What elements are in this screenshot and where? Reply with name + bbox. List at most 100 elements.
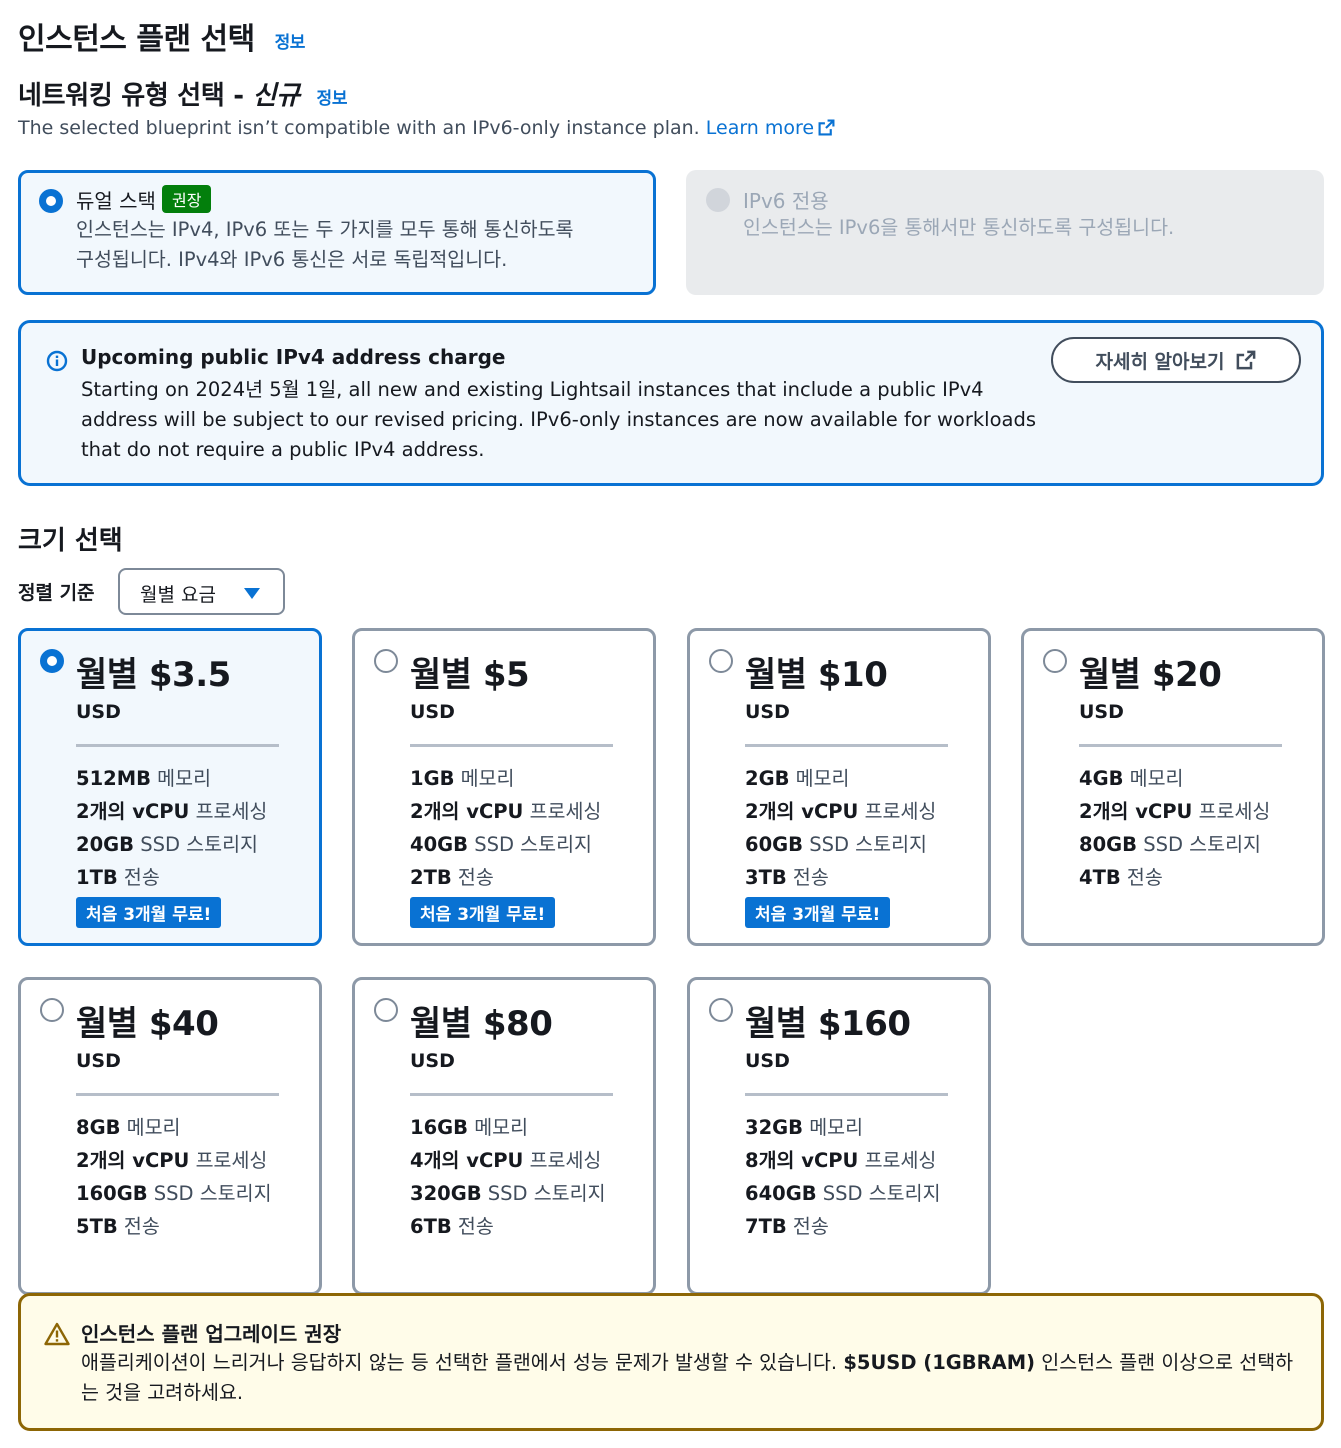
plan-currency: USD (76, 701, 121, 723)
ipv4-alert-body: Starting on 2024년 5월 1일, all new and exi… (81, 375, 1041, 465)
networking-new-label: 신규 (252, 81, 300, 111)
plan-divider (1079, 744, 1282, 747)
plan-specs: 16GB 메모리 4개의 vCPU 프로세싱 320GB SSD 스토리지 6TB 전… (410, 1111, 606, 1243)
plan-storage-value: 80GB (1079, 833, 1138, 856)
plan-storage-value: 20GB (76, 833, 135, 856)
plan-memory-value: 32GB (745, 1116, 804, 1139)
plan-memory: 8GB 메모리 (76, 1111, 272, 1144)
learn-more-link[interactable]: Learn more (706, 117, 835, 139)
radio-ipv6-only (706, 188, 730, 212)
plan-promo-badge: 처음 3개월 무료! (745, 897, 891, 928)
networking-description-text: The selected blueprint isn’t compatible … (18, 117, 700, 139)
info-icon (46, 350, 68, 372)
plan-card[interactable]: 월별 $80 USD 16GB 메모리 4개의 vCPU 프로세싱 320GB SSD … (352, 977, 656, 1295)
plan-radio[interactable] (40, 649, 64, 673)
plan-divider (745, 1093, 948, 1096)
upgrade-warning-plan: $5USD (1GBRAM) (843, 1351, 1036, 1374)
plan-radio[interactable] (40, 998, 64, 1022)
plan-vcpu-label: 프로세싱 (858, 1149, 937, 1172)
plan-transfer-value: 7TB (745, 1215, 787, 1238)
ipv4-alert-line3: that do not require a public IPv4 addres… (81, 438, 485, 461)
plan-memory-label: 메모리 (120, 1116, 181, 1139)
upgrade-warning-alert: 인스턴스 플랜 업그레이드 권장 애플리케이션이 느리거나 응답하지 않는 등 … (18, 1293, 1324, 1431)
plan-vcpu-label: 프로세싱 (189, 800, 268, 823)
size-section-title: 크기 선택 (18, 526, 123, 556)
plan-radio[interactable] (374, 998, 398, 1022)
plan-card[interactable]: 월별 $5 USD 1GB 메모리 2개의 vCPU 프로세싱 40GB SSD 스토리… (352, 628, 656, 946)
plan-price: 월별 $160 (745, 1004, 911, 1044)
info-link-networking[interactable]: 정보 (316, 89, 347, 109)
plan-card[interactable]: 월별 $20 USD 4GB 메모리 2개의 vCPU 프로세싱 80GB SSD 스토… (1021, 628, 1325, 946)
plan-card[interactable]: 월별 $10 USD 2GB 메모리 2개의 vCPU 프로세싱 60GB SSD 스토… (687, 628, 991, 946)
plan-price: 월별 $80 (410, 1004, 553, 1044)
plan-transfer: 7TB 전송 (745, 1210, 941, 1243)
plan-vcpu-label: 프로세싱 (1192, 800, 1271, 823)
plan-transfer-label: 전송 (117, 866, 160, 889)
plan-transfer: 3TB 전송 (745, 861, 936, 894)
plan-vcpu-value: 4개의 vCPU (410, 1149, 524, 1172)
plan-transfer-value: 1TB (76, 866, 118, 889)
plan-transfer-value: 4TB (1079, 866, 1121, 889)
plan-memory-value: 1GB (410, 767, 455, 790)
learn-more-label: Learn more (705, 117, 815, 139)
plan-vcpu-label: 프로세싱 (858, 800, 937, 823)
plan-transfer-value: 3TB (745, 866, 787, 889)
plan-memory: 2GB 메모리 (745, 762, 936, 795)
caret-down-icon (244, 588, 260, 599)
ipv4-alert-title: Upcoming public IPv4 address charge (81, 345, 506, 369)
plan-storage-label: SSD 스토리지 (803, 833, 927, 856)
sort-select-value: 월별 요금 (140, 584, 216, 606)
sort-select[interactable]: 월별 요금 (118, 568, 285, 615)
plan-currency: USD (745, 1050, 790, 1072)
plan-storage: 320GB SSD 스토리지 (410, 1177, 606, 1210)
plan-memory-label: 메모리 (1123, 767, 1184, 790)
plan-vcpu-value: 2개의 vCPU (1079, 800, 1193, 823)
plan-vcpu: 2개의 vCPU 프로세싱 (76, 795, 267, 828)
plan-radio[interactable] (374, 649, 398, 673)
plan-currency: USD (745, 701, 790, 723)
plan-memory: 16GB 메모리 (410, 1111, 606, 1144)
plan-card[interactable]: 월별 $160 USD 32GB 메모리 8개의 vCPU 프로세싱 640GB SSD… (687, 977, 991, 1295)
info-link-instance-plan[interactable]: 정보 (275, 33, 306, 53)
plan-vcpu: 2개의 vCPU 프로세싱 (410, 795, 601, 828)
plan-transfer: 1TB 전송 (76, 861, 267, 894)
plan-vcpu-label: 프로세싱 (189, 1149, 268, 1172)
dual-stack-desc-line2: 구성됩니다. IPv4와 IPv6 통신은 서로 독립적입니다. (76, 248, 508, 271)
learn-more-button[interactable]: 자세히 알아보기 (1051, 337, 1301, 383)
plan-transfer: 5TB 전송 (76, 1210, 272, 1243)
plan-vcpu-value: 2개의 vCPU (410, 800, 524, 823)
plan-specs: 8GB 메모리 2개의 vCPU 프로세싱 160GB SSD 스토리지 5TB 전송 (76, 1111, 272, 1243)
plan-specs: 1GB 메모리 2개의 vCPU 프로세싱 40GB SSD 스토리지 2TB 전송 (410, 762, 601, 894)
plan-divider (410, 1093, 613, 1096)
plan-radio[interactable] (709, 649, 733, 673)
plan-radio[interactable] (709, 998, 733, 1022)
network-option-dual-stack[interactable]: 듀얼 스택 권장 인스턴스는 IPv4, IPv6 또는 두 가지를 모두 통해 … (18, 170, 656, 295)
plan-card[interactable]: 월별 $40 USD 8GB 메모리 2개의 vCPU 프로세싱 160GB SSD 스… (18, 977, 322, 1295)
plan-price: 월별 $3.5 (76, 655, 231, 695)
plan-storage-label: SSD 스토리지 (134, 833, 258, 856)
learn-more-button-label: 자세히 알아보기 (1095, 350, 1225, 373)
plan-currency: USD (76, 1050, 121, 1072)
plan-memory-label: 메모리 (454, 767, 515, 790)
ipv4-alert-line1: Starting on 2024년 5월 1일, all new and exi… (81, 378, 984, 401)
plan-vcpu: 2개의 vCPU 프로세싱 (1079, 795, 1270, 828)
upgrade-warning-text-1: 애플리케이션이 느리거나 응답하지 않는 등 선택한 플랜에서 성능 문제가 발… (81, 1351, 844, 1374)
plan-specs: 4GB 메모리 2개의 vCPU 프로세싱 80GB SSD 스토리지 4TB 전송 (1079, 762, 1270, 894)
network-option-ipv6-only: IPv6 전용 인스턴스는 IPv6을 통해서만 통신하도록 구성됩니다. (686, 170, 1324, 295)
ipv4-alert-line2: address will be subject to our revised p… (81, 408, 1036, 431)
plan-vcpu-label: 프로세싱 (523, 1149, 602, 1172)
plan-radio[interactable] (1043, 649, 1067, 673)
recommended-badge: 권장 (161, 185, 212, 213)
plan-transfer-label: 전송 (1120, 866, 1163, 889)
plan-price: 월별 $10 (745, 655, 888, 695)
plan-divider (76, 744, 279, 747)
plan-storage-label: SSD 스토리지 (147, 1182, 272, 1205)
plan-storage-value: 640GB (745, 1182, 817, 1205)
plan-promo-badge: 처음 3개월 무료! (410, 897, 556, 928)
upgrade-warning-title: 인스턴스 플랜 업그레이드 권장 (81, 1322, 342, 1346)
plan-card[interactable]: 월별 $3.5 USD 512MB 메모리 2개의 vCPU 프로세싱 20GB SSD… (18, 628, 322, 946)
plan-transfer-label: 전송 (786, 866, 829, 889)
radio-dual-stack[interactable] (39, 189, 63, 213)
plan-specs: 2GB 메모리 2개의 vCPU 프로세싱 60GB SSD 스토리지 3TB 전송 (745, 762, 936, 894)
plan-storage-value: 60GB (745, 833, 804, 856)
